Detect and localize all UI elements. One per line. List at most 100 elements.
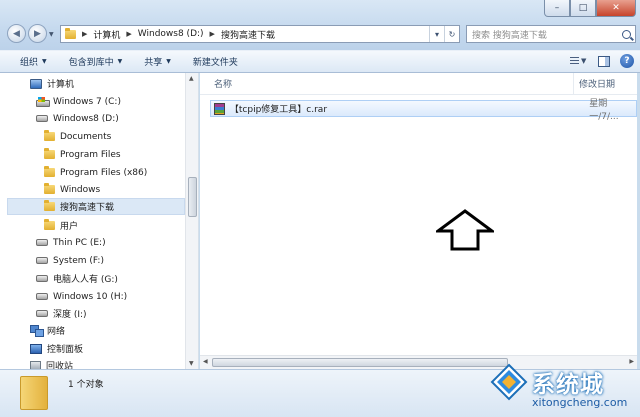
control-panel-icon — [30, 343, 42, 354]
share-menu[interactable]: 共享 ▼ — [144, 55, 171, 68]
nav-item-computer[interactable]: 计算机 — [30, 75, 74, 92]
nav-item-recycle-bin[interactable]: 回收站 — [30, 357, 73, 369]
command-bar: 组织 ▼ 包含到库中 ▼ 共享 ▼ 新建文件夹 ▼ ? — [0, 50, 640, 73]
recent-pages-dropdown[interactable]: ▼ — [49, 31, 54, 38]
drive-icon — [36, 293, 48, 300]
refresh-button[interactable]: ↻ — [444, 26, 459, 42]
nav-item-drive-g[interactable]: 电脑人人有 (G:) — [36, 270, 118, 287]
include-in-library-label: 包含到库中 — [68, 58, 114, 68]
nav-item-drive-e[interactable]: Thin PC (E:) — [36, 234, 106, 251]
nav-item-documents[interactable]: Documents — [44, 128, 111, 145]
item-count: 1 个对象 — [68, 380, 104, 390]
title-bar: – □ ✕ ◀ ▶ ▼ ▶ 计算机 ▶ Windows8 (D:) ▶ 搜狗高速… — [0, 0, 640, 50]
chevron-down-icon: ▼ — [166, 58, 171, 65]
file-date-modified: 星期一/7/... — [589, 98, 619, 122]
nav-item-drive-h[interactable]: Windows 10 (H:) — [36, 288, 127, 305]
scrollbar-thumb[interactable] — [212, 358, 508, 367]
nav-item-drive-d[interactable]: Windows8 (D:) — [36, 110, 119, 127]
breadcrumb-drive-d[interactable]: Windows8 (D:) — [138, 29, 204, 39]
address-bar[interactable]: ▶ 计算机 ▶ Windows8 (D:) ▶ 搜狗高速下载 ▾ ↻ — [60, 25, 460, 43]
nav-item-windows[interactable]: Windows — [44, 181, 100, 198]
folder-icon — [44, 130, 55, 141]
include-in-library-menu[interactable]: 包含到库中 ▼ — [69, 55, 123, 68]
forward-button[interactable]: ▶ — [28, 24, 47, 43]
breadcrumb-current-folder[interactable]: 搜狗高速下载 — [221, 28, 275, 41]
column-header-name[interactable]: 名称 — [200, 73, 574, 94]
nav-item-label: 电脑人人有 (G:) — [53, 275, 118, 285]
drive-icon — [36, 310, 48, 317]
nav-item-label: 控制面板 — [47, 345, 84, 355]
nav-item-control-panel[interactable]: 控制面板 — [30, 340, 83, 357]
nav-item-drive-c[interactable]: Windows 7 (C:) — [36, 93, 121, 110]
nav-item-label: System (F:) — [53, 255, 104, 266]
system-drive-icon — [36, 96, 50, 107]
search-icon[interactable] — [622, 29, 631, 39]
network-icon — [30, 325, 44, 337]
back-button[interactable]: ◀ — [7, 24, 26, 43]
nav-item-label: 计算机 — [47, 80, 75, 90]
nav-item-drive-i[interactable]: 深度 (I:) — [36, 305, 87, 322]
nav-item-label: Windows 7 (C:) — [53, 96, 121, 107]
file-list-pane: 名称 修改日期 【tcpip修复工具】c.rar 星期一/7/... ◀ ▶ — [200, 73, 637, 369]
folder-icon — [44, 148, 55, 159]
breadcrumb-computer[interactable]: 计算机 — [93, 28, 120, 41]
preview-pane-icon[interactable] — [598, 55, 610, 67]
nav-item-label: 深度 (I:) — [53, 310, 87, 320]
navigation-pane: 计算机 Windows 7 (C:) Windows8 (D:) Documen… — [0, 73, 199, 369]
nav-item-label: 用户 — [60, 222, 79, 232]
address-dropdown-button[interactable]: ▾ — [429, 26, 444, 42]
share-label: 共享 — [144, 58, 163, 68]
column-header-date-modified[interactable]: 修改日期 — [574, 77, 615, 90]
breadcrumb-separator[interactable]: ▶ — [210, 30, 215, 38]
nav-item-label: 网络 — [47, 327, 66, 337]
new-folder-button[interactable]: 新建文件夹 — [193, 55, 238, 68]
drive-icon — [36, 115, 48, 122]
nav-item-program-files-x86[interactable]: Program Files (x86) — [44, 164, 147, 181]
folder-icon — [65, 27, 76, 39]
search-input[interactable]: 搜索 搜狗高速下载 — [466, 25, 636, 43]
site-logo-icon — [490, 363, 528, 401]
nav-item-label: Documents — [60, 131, 112, 142]
maximize-button[interactable]: □ — [570, 0, 596, 17]
nav-item-label: Program Files (x86) — [60, 167, 148, 178]
nav-item-drive-f[interactable]: System (F:) — [36, 252, 104, 269]
nav-item-network[interactable]: 网络 — [30, 322, 65, 339]
search-placeholder: 搜索 搜狗高速下载 — [472, 30, 547, 41]
computer-icon — [30, 78, 42, 89]
chevron-down-icon: ▼ — [42, 58, 47, 65]
file-row[interactable]: 【tcpip修复工具】c.rar 星期一/7/... — [210, 99, 637, 122]
breadcrumb-separator[interactable]: ▶ — [82, 30, 87, 38]
nav-item-sogou-downloads[interactable]: 搜狗高速下载 — [7, 198, 185, 215]
organize-menu[interactable]: 组织 ▼ — [20, 55, 47, 68]
help-icon[interactable]: ? — [620, 54, 634, 68]
scrollbar-thumb[interactable] — [188, 177, 197, 217]
watermark-brand: 系统城 — [532, 372, 604, 398]
drive-icon — [36, 275, 48, 282]
nav-item-label: 搜狗高速下载 — [60, 203, 115, 213]
organize-label: 组织 — [20, 58, 39, 68]
scroll-up-arrow[interactable]: ▲ — [189, 75, 194, 82]
watermark: 系统城 xitongcheng.com — [490, 363, 636, 415]
scroll-down-arrow[interactable]: ▼ — [189, 360, 194, 367]
minimize-button[interactable]: – — [544, 0, 570, 17]
watermark-url: xitongcheng.com — [532, 396, 628, 409]
folder-icon — [20, 376, 48, 410]
nav-item-users[interactable]: 用户 — [44, 217, 78, 234]
column-header-row: 名称 修改日期 — [200, 73, 637, 95]
change-view-button[interactable]: ▼ — [570, 54, 588, 68]
up-arrow-annotation-icon — [436, 209, 494, 251]
scroll-left-arrow[interactable]: ◀ — [203, 358, 208, 365]
window-controls: – □ ✕ — [544, 0, 636, 17]
breadcrumb-separator[interactable]: ▶ — [126, 30, 131, 38]
nav-item-label: Thin PC (E:) — [53, 237, 106, 248]
file-name: 【tcpip修复工具】c.rar — [229, 105, 328, 115]
nav-scrollbar[interactable]: ▲ ▼ — [185, 73, 198, 369]
nav-item-program-files[interactable]: Program Files — [44, 146, 121, 163]
nav-item-label: Windows 10 (H:) — [53, 291, 128, 302]
drive-icon — [36, 239, 48, 246]
new-folder-label: 新建文件夹 — [192, 58, 238, 68]
folder-icon — [44, 166, 55, 177]
folder-icon — [44, 183, 55, 194]
close-button[interactable]: ✕ — [596, 0, 636, 17]
recycle-bin-icon — [30, 360, 41, 369]
